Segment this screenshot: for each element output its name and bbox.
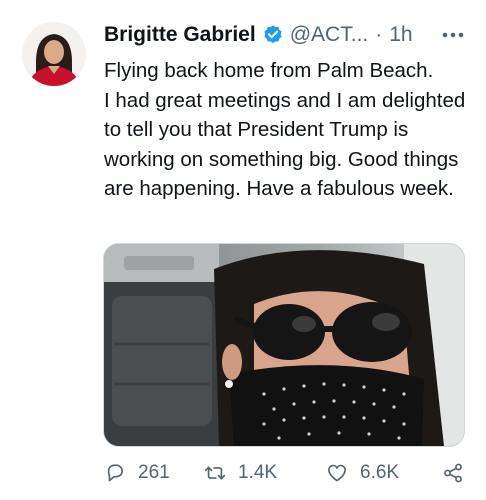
heart-icon	[328, 464, 346, 482]
verified-badge-icon	[264, 25, 282, 44]
reply-button[interactable]: 261	[104, 458, 170, 488]
reply-count: 261	[138, 462, 170, 483]
like-button[interactable]: 6.6K	[326, 458, 399, 488]
tweet-photo[interactable]	[103, 243, 465, 447]
avatar[interactable]	[22, 22, 86, 86]
share-icon	[444, 463, 462, 483]
selfie-photo-image	[104, 244, 464, 446]
retweet-icon	[204, 466, 226, 480]
tweet-text: Flying back home from Palm Beach. I had …	[104, 59, 466, 200]
retweet-count: 1.4K	[238, 462, 278, 483]
like-count: 6.6K	[360, 462, 400, 483]
reply-icon	[107, 464, 123, 482]
tweet-time[interactable]: 1h	[389, 23, 412, 47]
author-name[interactable]: Brigitte Gabriel	[104, 23, 256, 47]
more-dots-icon[interactable]	[440, 24, 466, 46]
tweet-actions: 261 1.4K 6.6K	[104, 458, 474, 488]
tweet-header: Brigitte Gabriel @ACT... · 1h	[104, 20, 468, 50]
separator-dot: ·	[375, 23, 383, 46]
avatar-image	[22, 22, 86, 86]
author-handle[interactable]: @ACT...	[290, 23, 369, 47]
retweet-button[interactable]: 1.4K	[204, 458, 277, 488]
share-button[interactable]	[442, 458, 476, 488]
